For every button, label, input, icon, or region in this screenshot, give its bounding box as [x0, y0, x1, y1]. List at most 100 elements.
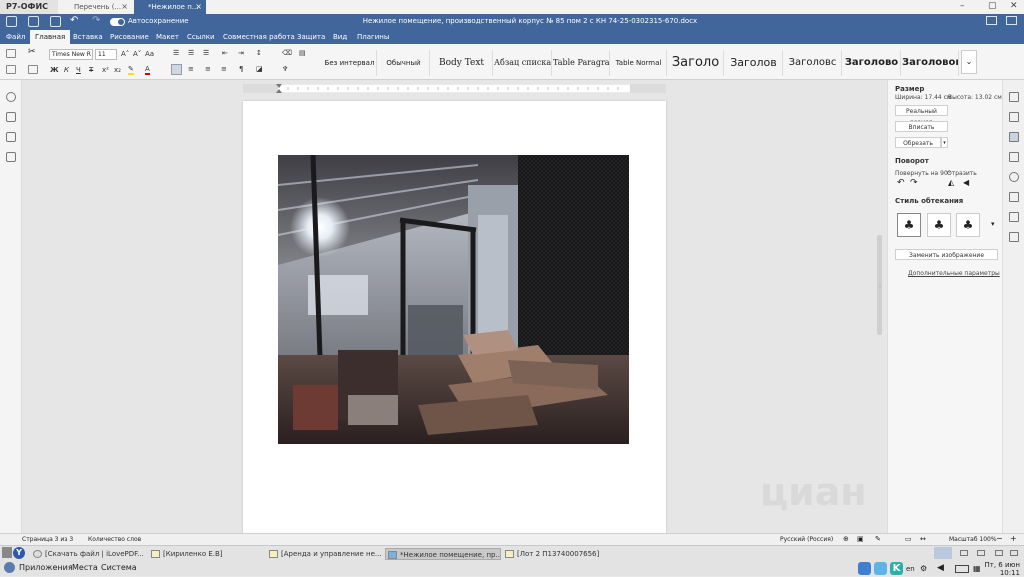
change-case-icon[interactable]: Aa	[145, 50, 154, 58]
subscript-icon[interactable]: x₂	[114, 66, 121, 74]
paragraph-settings-icon[interactable]	[1009, 92, 1019, 102]
text-art-icon[interactable]	[1009, 212, 1019, 222]
keyboard-layout[interactable]: en	[906, 565, 915, 573]
show-desktop-icon[interactable]	[2, 547, 12, 558]
quick-print-icon[interactable]	[50, 16, 61, 27]
menu-layout[interactable]: Макет	[156, 30, 179, 44]
apps-menu-icon[interactable]	[4, 562, 15, 573]
underline-icon[interactable]: Ч	[76, 66, 81, 74]
cut-icon[interactable]: ✂	[28, 47, 36, 57]
format-brush-icon[interactable]: ♆	[282, 65, 288, 73]
crop-dropdown-icon[interactable]: ▾	[941, 137, 948, 148]
clock[interactable]: Пт, 6 июн 10:11	[985, 561, 1021, 577]
horizontal-ruler[interactable]	[243, 84, 666, 93]
wrap-more-icon[interactable]: ▾	[991, 220, 995, 228]
style-list-paragraph[interactable]: Абзац списка	[494, 50, 552, 76]
menu-plugins[interactable]: Плагины	[357, 30, 389, 44]
bullets-icon[interactable]: ☰	[173, 49, 179, 57]
grow-font-icon[interactable]: A˄	[121, 50, 129, 58]
italic-icon[interactable]: К	[64, 66, 69, 74]
lock-icon[interactable]	[6, 152, 16, 162]
redo-icon[interactable]: ↷	[92, 15, 100, 26]
share-icon[interactable]	[1006, 16, 1017, 25]
table-settings-icon[interactable]	[1009, 112, 1019, 122]
menu-draw[interactable]: Рисование	[110, 30, 149, 44]
print-icon[interactable]	[28, 16, 39, 27]
align-left-icon[interactable]	[171, 64, 182, 75]
network-icon[interactable]: ▦	[973, 564, 981, 573]
task-ilovepdf[interactable]: [Скачать файл | iLovePDF...	[31, 548, 146, 560]
copy-style-icon[interactable]: ▤	[299, 49, 306, 57]
word-count[interactable]: Количество слов	[88, 536, 141, 543]
menu-view[interactable]: Вид	[333, 30, 347, 44]
line-spacing-icon[interactable]: ↕	[256, 49, 262, 57]
actual-size-button[interactable]: Реальный размер	[895, 105, 948, 126]
minimize-icon[interactable]: –	[960, 1, 965, 11]
wrap-square-icon[interactable]: ♣	[927, 213, 951, 237]
fit-page-icon[interactable]: ▭	[905, 535, 912, 543]
zoom-out-icon[interactable]: −	[996, 534, 1003, 543]
style-heading-2[interactable]: Заголов	[725, 50, 783, 76]
rotate-right-icon[interactable]: ↷	[910, 178, 918, 188]
style-body-text[interactable]: Body Text	[431, 50, 493, 76]
zoom-in-icon[interactable]: +	[1010, 534, 1017, 543]
menu-references[interactable]: Ссылки	[187, 30, 215, 44]
maximize-icon[interactable]: ▢	[988, 1, 997, 11]
chart-settings-icon[interactable]	[1009, 192, 1019, 202]
workspace-3-icon[interactable]	[977, 550, 985, 556]
style-table-paragraph[interactable]: Table Paragra	[553, 50, 610, 76]
k-app-icon[interactable]: K	[890, 562, 903, 575]
highlight-icon[interactable]: ✎	[128, 65, 134, 75]
font-name-select[interactable]: Times New R	[49, 49, 93, 60]
font-size-select[interactable]: 11	[95, 49, 117, 60]
close-icon[interactable]: ×	[121, 0, 128, 14]
rotate-left-icon[interactable]: ↶	[897, 178, 905, 188]
volume-icon[interactable]: ◀	[937, 563, 944, 573]
shading-icon[interactable]: ◪	[256, 65, 263, 73]
style-normal[interactable]: Обычный	[378, 50, 430, 76]
strikethrough-icon[interactable]: Ŧ	[89, 66, 93, 74]
spellcheck-icon[interactable]: ▣	[857, 535, 864, 543]
styles-expand-icon[interactable]: ⌄	[961, 50, 977, 74]
battery-icon[interactable]	[955, 565, 969, 573]
paragraph-marks-icon[interactable]: ¶	[239, 65, 243, 73]
menu-protection[interactable]: Защита	[297, 30, 325, 44]
autosave-toggle[interactable]	[110, 18, 125, 26]
menu-home[interactable]: Главная	[30, 30, 71, 44]
page-indicator[interactable]: Страница 3 из 3	[22, 536, 73, 543]
format-painter-icon[interactable]	[28, 65, 38, 74]
style-no-spacing[interactable]: Без интервал	[323, 50, 377, 76]
messenger-icon[interactable]	[858, 562, 871, 575]
bold-icon[interactable]: Ж	[50, 66, 59, 74]
shape-settings-icon[interactable]	[1009, 172, 1019, 182]
style-table-normal[interactable]: Table Normal	[611, 50, 667, 76]
undo-icon[interactable]: ↶	[70, 15, 78, 26]
style-heading-5[interactable]: Заголовок	[902, 50, 959, 76]
menu-places[interactable]: Места	[72, 563, 98, 572]
advanced-settings-link[interactable]: Дополнительные параметры	[908, 270, 1000, 277]
folder-icon[interactable]	[986, 16, 997, 25]
fit-width-icon[interactable]: ↔	[920, 535, 926, 543]
wrap-inline-icon[interactable]: ♣	[897, 213, 921, 237]
task-kirilenko[interactable]: [Кириленко Е.В]	[149, 548, 264, 560]
close-window-icon[interactable]: ✕	[1010, 1, 1018, 11]
image-settings-icon[interactable]	[1009, 132, 1019, 142]
workspace-switcher-icon[interactable]	[934, 547, 952, 559]
menu-system[interactable]: Система	[101, 563, 137, 572]
track-changes-icon[interactable]: ✎	[875, 535, 881, 543]
flip-horizontal-icon[interactable]: ◭	[948, 178, 954, 187]
superscript-icon[interactable]: x²	[102, 66, 109, 74]
increase-indent-icon[interactable]: ⇥	[238, 49, 244, 57]
fit-button[interactable]: Вписать	[895, 121, 948, 132]
zoom-level[interactable]: Масштаб 100%	[949, 536, 997, 543]
font-color-icon[interactable]: A	[145, 65, 150, 75]
style-heading-3[interactable]: Заголовс	[784, 50, 842, 76]
wrap-tight-icon[interactable]: ♣	[956, 213, 980, 237]
save-icon[interactable]	[6, 16, 17, 27]
shrink-font-icon[interactable]: A˅	[133, 50, 141, 58]
justify-icon[interactable]: ≡	[221, 65, 227, 73]
signature-icon[interactable]	[1009, 232, 1019, 242]
task-rent-management[interactable]: [Аренда и управление не...	[267, 548, 382, 560]
settings-icon[interactable]: ⚙	[920, 564, 927, 573]
task-lot[interactable]: [Лот 2 П13740007656]	[503, 548, 618, 560]
